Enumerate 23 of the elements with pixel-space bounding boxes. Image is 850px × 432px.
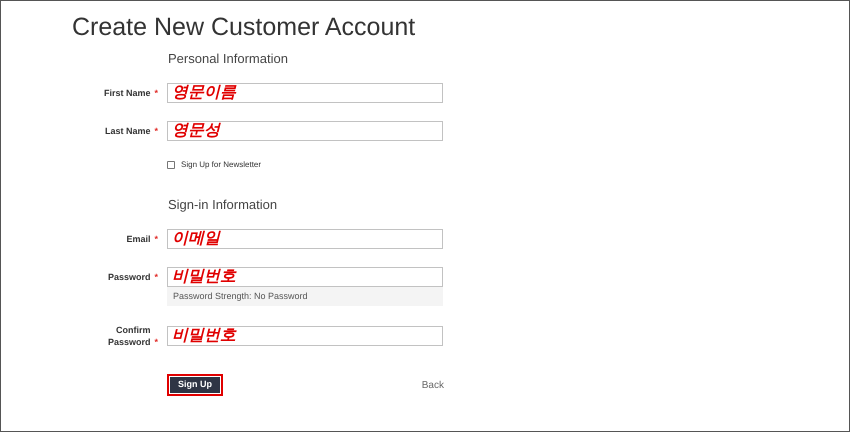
input-field[interactable]: 이메일	[167, 229, 443, 249]
field-label: Email	[126, 233, 150, 245]
section-heading: Sign-in Information	[167, 197, 278, 213]
back-link[interactable]: Back	[422, 378, 444, 392]
required-mark: *	[154, 271, 158, 283]
required-mark: *	[154, 87, 158, 99]
checkbox-label: Sign Up for Newsletter	[181, 159, 262, 171]
field-label: Password	[108, 271, 150, 283]
required-mark: *	[154, 233, 158, 245]
input-field[interactable]: 영문성	[167, 121, 443, 141]
input-field[interactable]: 영문이름	[167, 83, 443, 103]
field-label: Last Name	[104, 125, 150, 137]
field-label: First Name	[104, 87, 150, 99]
sign-up-button[interactable]: Sign Up	[167, 374, 223, 396]
checkbox[interactable]	[167, 161, 175, 169]
input-field[interactable]: 비밀번호	[167, 267, 443, 287]
section-heading: Personal Information	[167, 51, 289, 67]
page-title: Create New Customer Account	[72, 12, 416, 43]
required-mark: *	[154, 336, 158, 348]
required-mark: *	[154, 125, 158, 137]
field-label: Confirm Password	[106, 324, 150, 348]
input-field[interactable]: 비밀번호	[167, 326, 443, 346]
password-strength: Password Strength: No Password	[167, 287, 443, 306]
